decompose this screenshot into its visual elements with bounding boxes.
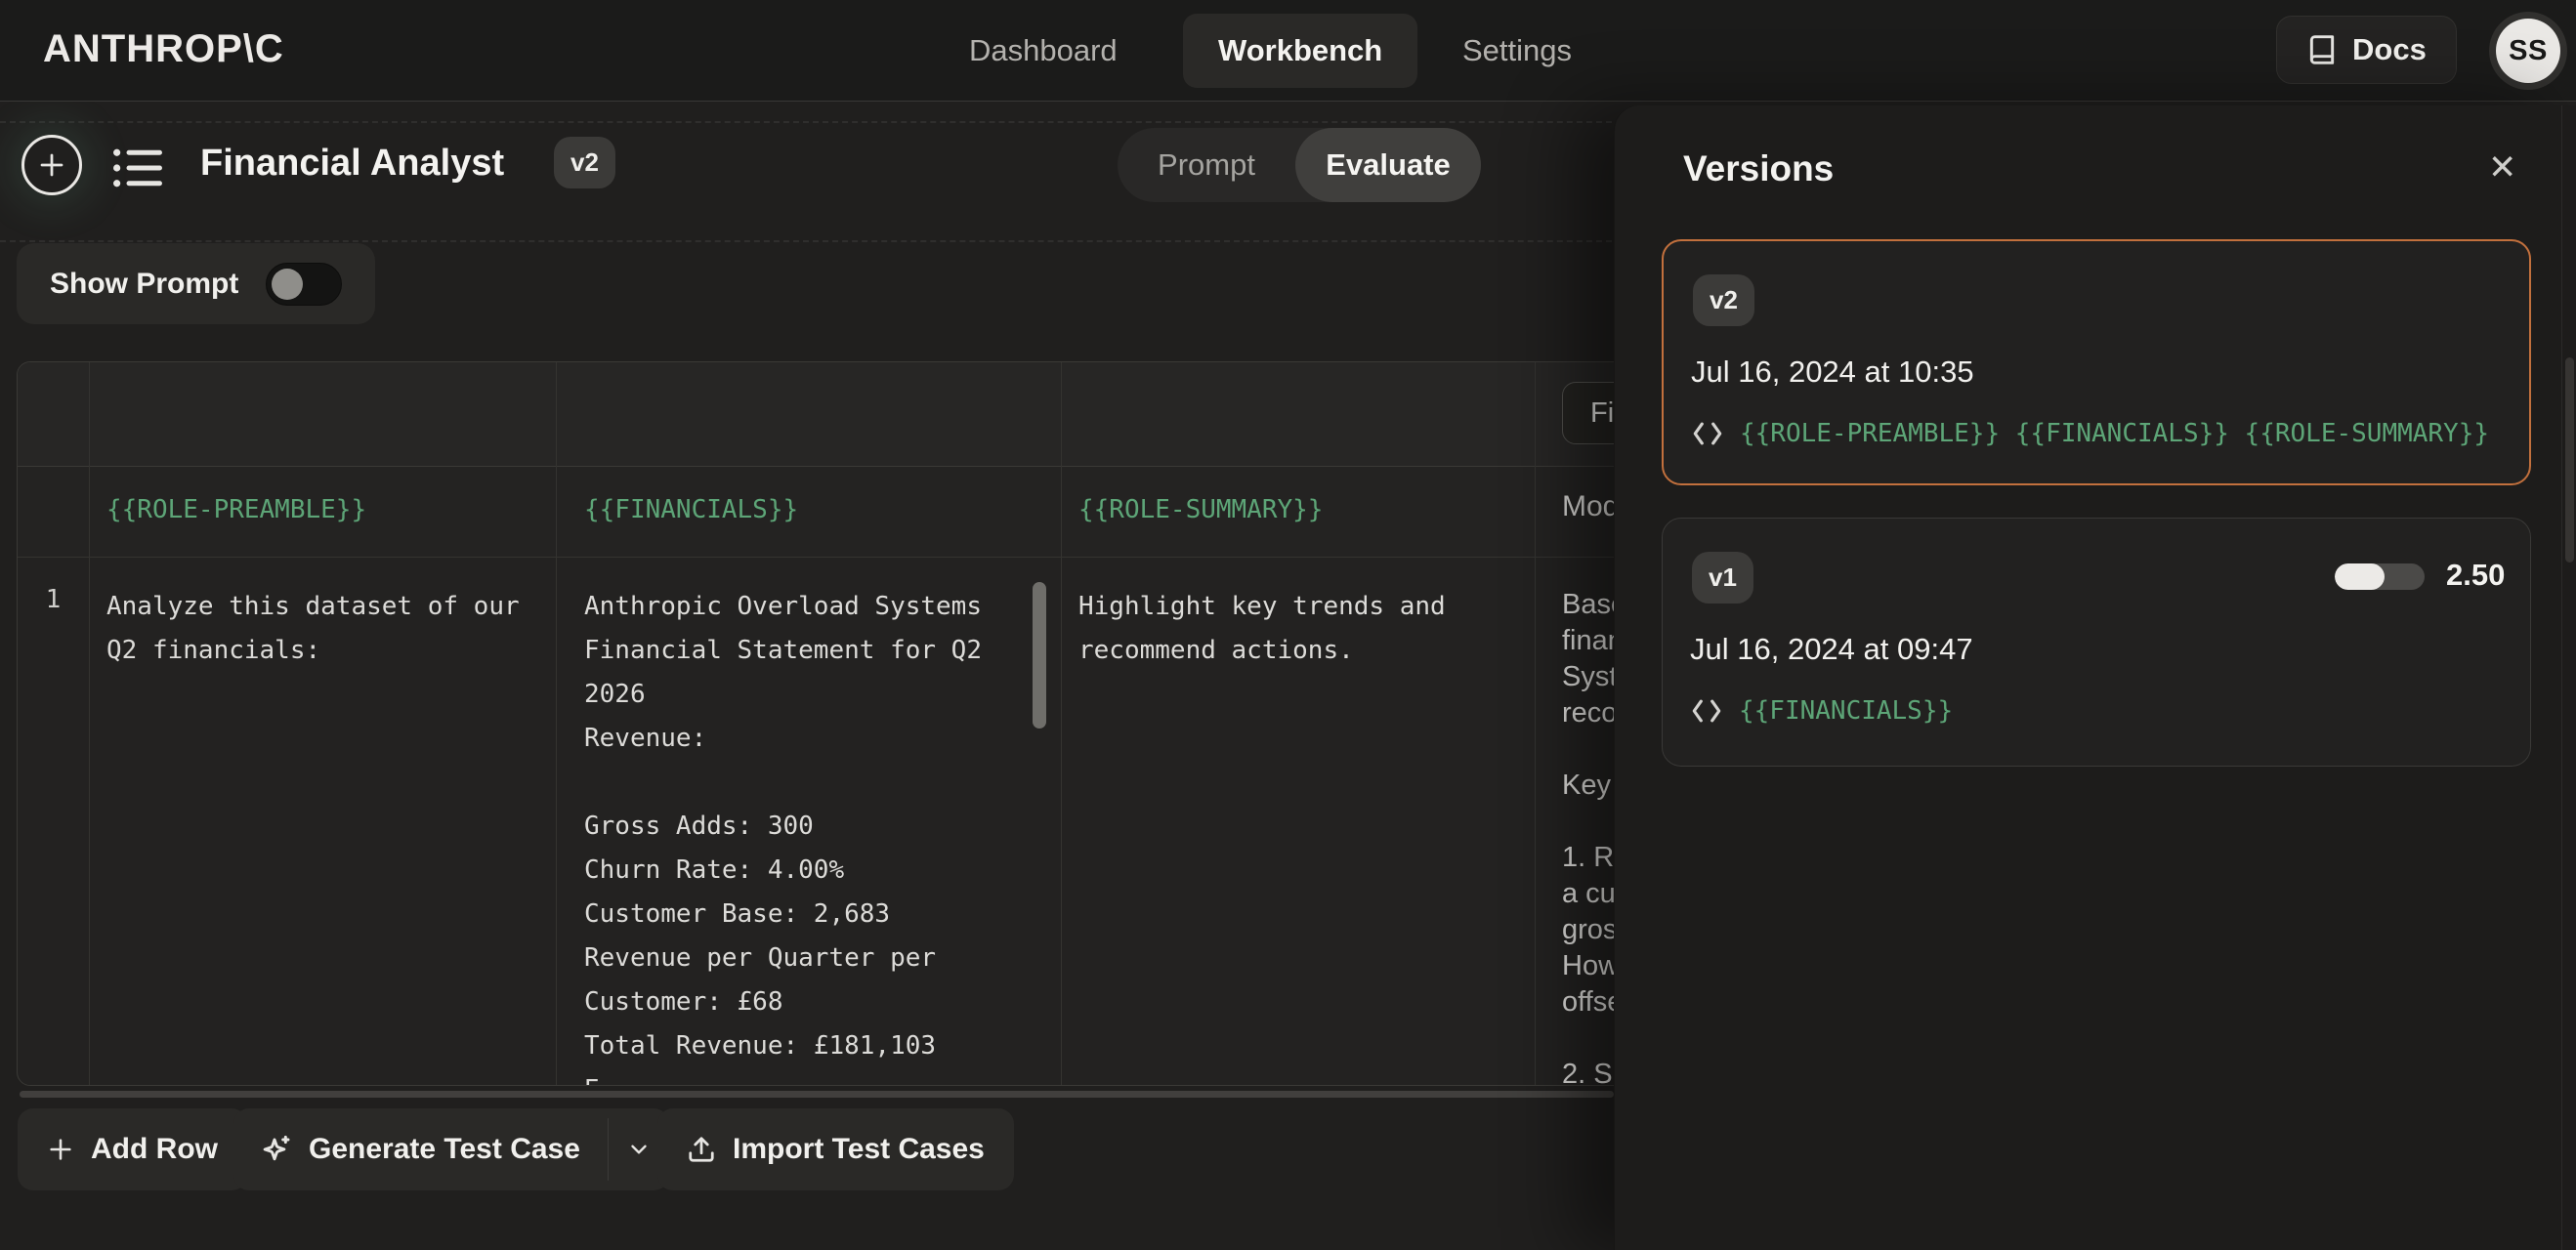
variable-role-summary[interactable]: {{ROLE-SUMMARY}} <box>1078 495 1323 524</box>
cell-role-summary[interactable]: Highlight key trends andrecommend action… <box>1078 585 1518 673</box>
divider-under-nav <box>0 121 1622 123</box>
variable-financials[interactable]: {{FINANCIALS}} <box>584 495 798 524</box>
cell-role-preamble[interactable]: Analyze this dataset of ourQ2 financials… <box>106 585 546 673</box>
version-template: {{FINANCIALS}} <box>1739 696 1953 726</box>
top-nav: ANTHROP\C Dashboard Workbench Settings D… <box>0 0 2576 102</box>
page-title: Financial Analyst <box>200 143 504 185</box>
workbench-screen: ANTHROP\C Dashboard Workbench Settings D… <box>0 0 2576 1250</box>
plus-icon <box>37 150 66 180</box>
mode-switch: Prompt Evaluate <box>1118 128 1481 202</box>
show-prompt-control: Show Prompt <box>17 243 375 324</box>
variable-role-preamble[interactable]: {{ROLE-PREAMBLE}} <box>106 495 366 524</box>
version-template-row: {{FINANCIALS}} <box>1690 696 1953 726</box>
show-prompt-toggle[interactable] <box>266 263 342 306</box>
plus-icon <box>47 1136 74 1163</box>
nav-tab-settings[interactable]: Settings <box>1462 0 1572 102</box>
column-divider <box>89 362 90 1085</box>
import-test-cases-label: Import Test Cases <box>733 1133 985 1166</box>
show-prompt-label: Show Prompt <box>50 268 238 301</box>
score-meter-fill <box>2335 563 2385 590</box>
version-template: {{ROLE-PREAMBLE}} {{FINANCIALS}} {{ROLE-… <box>1740 419 2489 448</box>
nav-tab-dashboard[interactable]: Dashboard <box>969 0 1118 102</box>
book-icon <box>2306 34 2338 65</box>
version-badge: v2 <box>554 137 615 188</box>
code-icon <box>1691 419 1724 448</box>
add-row-label: Add Row <box>91 1133 218 1166</box>
code-icon <box>1690 696 1723 726</box>
column-divider <box>1535 362 1536 1085</box>
table-horizontal-scrollbar[interactable] <box>20 1091 1614 1098</box>
import-test-cases-button[interactable]: Import Test Cases <box>657 1108 1014 1190</box>
version-template-row: {{ROLE-PREAMBLE}} {{FINANCIALS}} {{ROLE-… <box>1691 419 2489 448</box>
toggle-knob <box>272 269 303 300</box>
tab-evaluate[interactable]: Evaluate <box>1295 128 1481 202</box>
generate-test-case-label: Generate Test Case <box>309 1133 580 1166</box>
chevron-down-icon <box>626 1137 652 1162</box>
versions-panel: Versions ✕ v2 Jul 16, 2024 at 10:35 {{RO… <box>1614 105 2576 1250</box>
upload-icon <box>687 1135 716 1164</box>
avatar-initials: SS <box>2496 19 2560 83</box>
version-card-v2[interactable]: v2 Jul 16, 2024 at 10:35 {{ROLE-PREAMBLE… <box>1662 239 2531 485</box>
version-timestamp: Jul 16, 2024 at 10:35 <box>1691 354 1974 390</box>
nav-tab-workbench[interactable]: Workbench <box>1183 14 1417 88</box>
version-badge-v1: v1 <box>1692 552 1753 604</box>
close-icon[interactable]: ✕ <box>2488 148 2516 188</box>
versions-panel-title: Versions <box>1683 148 1834 189</box>
column-divider <box>1061 362 1062 1085</box>
window-scrollbar-track <box>2561 105 2562 1250</box>
score-meter <box>2335 563 2425 590</box>
cell-scrollbar[interactable] <box>1033 582 1046 729</box>
new-prompt-button[interactable] <box>21 135 82 195</box>
model-output-header: Mod <box>1562 490 1619 523</box>
avatar[interactable]: SS <box>2489 12 2567 90</box>
docs-button[interactable]: Docs <box>2276 16 2457 84</box>
docs-label: Docs <box>2352 32 2427 67</box>
prompt-list-button[interactable] <box>111 145 164 191</box>
row-number: 1 <box>18 585 89 614</box>
column-divider <box>556 362 557 1085</box>
version-card-v1[interactable]: v1 2.50 Jul 16, 2024 at 09:47 {{FINANCIA… <box>1662 518 2531 767</box>
score-value: 2.50 <box>2446 558 2505 593</box>
anthropic-logo[interactable]: ANTHROP\C <box>43 27 284 71</box>
version-timestamp: Jul 16, 2024 at 09:47 <box>1690 632 1973 667</box>
tab-prompt[interactable]: Prompt <box>1118 128 1295 202</box>
generate-test-case-split-button: Generate Test Case <box>233 1108 669 1190</box>
add-row-button[interactable]: Add Row <box>18 1108 247 1190</box>
generate-test-case-button[interactable]: Generate Test Case <box>233 1108 608 1190</box>
sparkle-icon <box>261 1134 292 1165</box>
window-scrollbar-thumb[interactable] <box>2565 357 2574 562</box>
cell-financials[interactable]: Anthropic Overload SystemsFinancial Stat… <box>584 585 1024 1086</box>
divider-under-title <box>0 240 1622 242</box>
version-badge-v2: v2 <box>1693 274 1754 326</box>
